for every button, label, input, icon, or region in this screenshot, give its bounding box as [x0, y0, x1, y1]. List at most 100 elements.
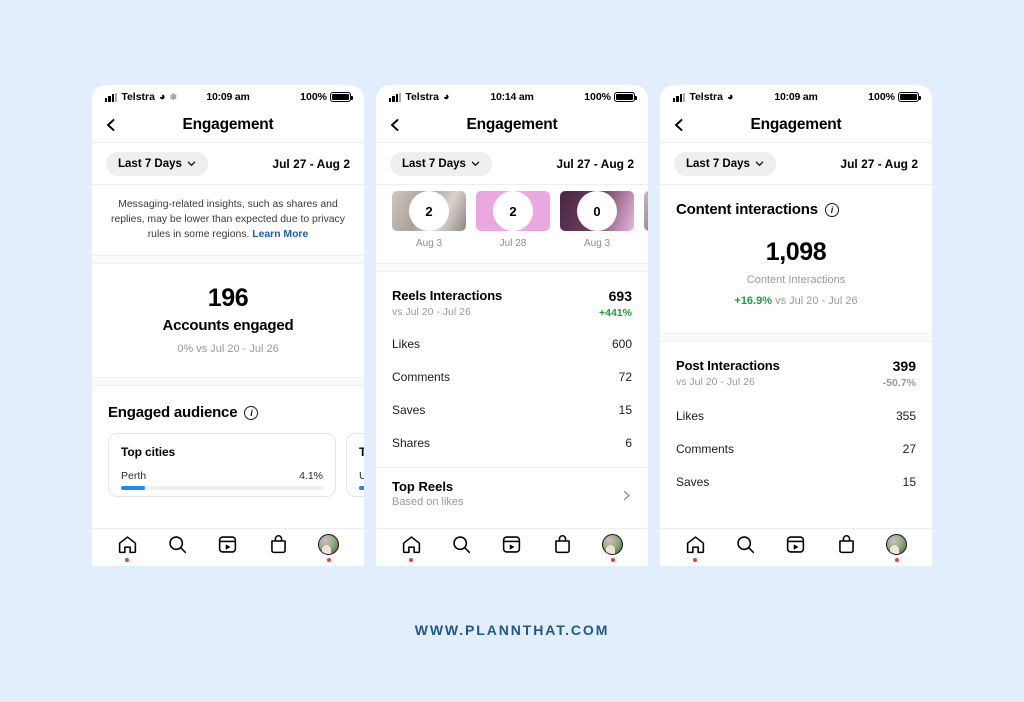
reel-count-badge: 2 — [409, 191, 449, 231]
stat-label: Accounts engaged — [162, 317, 294, 335]
bottom-tab-bar[interactable] — [660, 528, 932, 566]
tab-reels[interactable] — [501, 534, 522, 562]
tab-search[interactable] — [451, 534, 472, 562]
metric-value: 693 — [608, 288, 632, 304]
metric-subtitle: vs Jul 20 - Jul 26 — [392, 306, 471, 318]
bottom-tab-bar[interactable] — [376, 528, 648, 566]
tab-reels[interactable] — [785, 534, 806, 562]
bottom-tab-bar[interactable] — [92, 528, 364, 566]
metric-row-saves: Saves 15 — [660, 465, 932, 498]
tab-profile[interactable] — [602, 533, 624, 562]
tab-search[interactable] — [167, 534, 188, 562]
date-range-selector[interactable]: Last 7 Days — [106, 151, 208, 176]
profile-avatar[interactable] — [602, 533, 624, 555]
chevron-down-icon — [755, 159, 764, 168]
top-cities-card[interactable]: Top cities Perth 4.1% — [108, 433, 336, 498]
metric-value: 399 — [892, 358, 916, 374]
phone-mockup-3: Telstra ◕ 10:09 am 100% Engagement Last … — [660, 85, 932, 566]
tab-profile[interactable] — [886, 533, 908, 562]
reel-thumbnail-item[interactable]: 2 Aug 3 — [392, 191, 466, 249]
status-bar: Telstra ◕ ❄ 10:09 am 100% — [92, 85, 364, 107]
reel-thumbnail-item[interactable]: 2 Jul 28 — [476, 191, 550, 249]
section-divider — [92, 255, 364, 265]
status-time: 10:14 am — [490, 91, 534, 103]
chevron-down-icon — [187, 159, 196, 168]
carrier-label: Telstra — [689, 91, 723, 103]
nav-header: Engagement — [376, 107, 648, 143]
metric-row-value: 600 — [611, 336, 632, 351]
date-filter-bar: Last 7 Days Jul 27 - Aug 2 — [92, 143, 364, 185]
reel-date-label: Aug 3 — [583, 238, 611, 249]
carrier-label: Telstra — [405, 91, 439, 103]
back-chevron-icon[interactable] — [388, 118, 402, 132]
metric-row-value: 27 — [902, 441, 916, 456]
top-reels-link-row[interactable]: Top Reels Based on likes — [376, 467, 648, 521]
wifi-icon: ◕ — [726, 90, 734, 103]
metric-row-label: Likes — [392, 336, 421, 351]
reel-thumbnail-item[interactable]: 0 Aug 3 — [560, 191, 634, 249]
profile-avatar[interactable] — [318, 533, 340, 555]
metric-row-comments: Comments 72 — [376, 360, 648, 393]
chevron-down-icon — [471, 159, 480, 168]
accounts-engaged-stat: 196 Accounts engaged 0% vs Jul 20 - Jul … — [92, 264, 364, 377]
card-title: T — [359, 445, 364, 459]
tab-home[interactable] — [117, 534, 138, 562]
footer-url: WWW.PLANNTHAT.COM — [414, 622, 610, 638]
city-bar-item: Perth 4.1% — [121, 470, 323, 491]
country-bar-track — [359, 486, 364, 491]
metric-row-label: Comments — [392, 369, 451, 384]
phone-mockup-2: Telstra ◕ 10:14 am 100% Engagement Last … — [376, 85, 648, 566]
status-bar: Telstra ◕ 10:14 am 100% — [376, 85, 648, 107]
tab-shop[interactable] — [836, 534, 857, 562]
page-title: Engagement — [182, 115, 274, 133]
page-title: Engagement — [750, 115, 842, 133]
tab-home[interactable] — [685, 534, 706, 562]
stat-delta-percent: +16.9% — [734, 295, 773, 307]
tab-search[interactable] — [735, 534, 756, 562]
date-filter-bar: Last 7 Days Jul 27 - Aug 2 — [376, 143, 648, 185]
reel-count-badge: 2 — [493, 191, 533, 231]
stat-delta-period: vs Jul 20 - Jul 26 — [772, 295, 858, 307]
reel-thumbnail-item[interactable] — [644, 191, 648, 249]
metric-row-shares: Shares 6 — [376, 426, 648, 459]
tab-shop[interactable] — [268, 534, 289, 562]
screen-content[interactable]: 2 Aug 3 2 Jul 28 0 Aug 3 Reels Interacti… — [376, 185, 648, 528]
poster-canvas: Telstra ◕ ❄ 10:09 am 100% Engagement Las… — [0, 0, 1024, 702]
stat-value: 196 — [207, 284, 249, 313]
info-icon[interactable]: i — [244, 405, 259, 420]
metric-row-likes: Likes 355 — [660, 399, 932, 432]
date-range-selector[interactable]: Last 7 Days — [390, 151, 492, 176]
tab-reels[interactable] — [217, 534, 238, 562]
date-range-selector[interactable]: Last 7 Days — [674, 151, 776, 176]
metric-row-label: Saves — [392, 402, 426, 417]
info-icon[interactable]: i — [824, 202, 839, 217]
tab-shop[interactable] — [552, 534, 573, 562]
metric-subtitle: vs Jul 20 - Jul 26 — [676, 376, 755, 388]
back-chevron-icon[interactable] — [104, 118, 118, 132]
date-filter-bar: Last 7 Days Jul 27 - Aug 2 — [660, 143, 932, 185]
battery-icon — [330, 92, 354, 102]
profile-avatar[interactable] — [886, 533, 908, 555]
date-range-label: Jul 27 - Aug 2 — [840, 156, 918, 171]
tab-home[interactable] — [401, 534, 422, 562]
content-interactions-stat: 1,098 Content Interactions +16.9% vs Jul… — [660, 230, 932, 333]
reels-interactions-header: Reels Interactions vs Jul 20 - Jul 26 69… — [376, 272, 648, 319]
screen-content[interactable]: Content interactions i 1,098 Content Int… — [660, 185, 932, 528]
top-cities-cards[interactable]: Top cities Perth 4.1% T — [92, 433, 364, 498]
learn-more-link[interactable]: Learn More — [252, 229, 308, 240]
engaged-audience-heading: Engaged audience i — [92, 386, 364, 433]
screen-content[interactable]: Messaging-related insights, such as shar… — [92, 185, 364, 528]
signal-bars-icon — [389, 92, 402, 102]
tab-profile[interactable] — [318, 533, 340, 562]
metric-change: +441% — [599, 307, 632, 319]
reel-thumbnail-image: 2 — [392, 191, 466, 231]
metric-row-value: 15 — [618, 402, 632, 417]
reel-thumbnail-carousel[interactable]: 2 Aug 3 2 Jul 28 0 Aug 3 — [376, 185, 648, 249]
signal-bars-icon — [105, 92, 118, 102]
reel-thumbnail-image: 2 — [476, 191, 550, 231]
battery-icon — [614, 92, 638, 102]
top-countries-card[interactable]: T U — [346, 433, 364, 498]
section-title-text: Content interactions — [676, 201, 818, 218]
page-title: Engagement — [466, 115, 558, 133]
back-chevron-icon[interactable] — [672, 118, 686, 132]
